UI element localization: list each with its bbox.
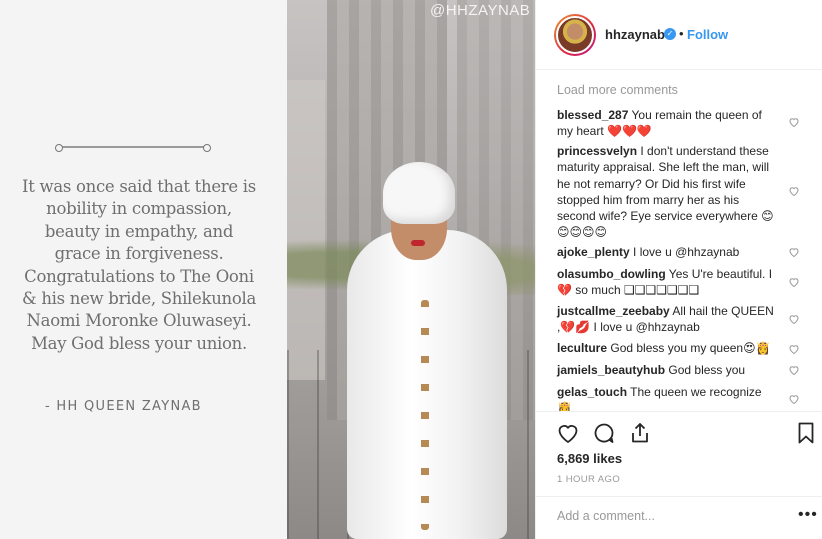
comment-item: princessvelyn I don't understand these m…: [557, 143, 779, 241]
quote-divider: [55, 144, 211, 152]
like-comment-heart-icon[interactable]: [788, 116, 800, 128]
white-turban: [383, 162, 455, 224]
add-comment-input[interactable]: [557, 509, 777, 523]
comment-username[interactable]: leculture: [557, 341, 607, 355]
comment-username[interactable]: jamiels_beautyhub: [557, 363, 665, 377]
like-comment-heart-icon[interactable]: [788, 343, 800, 355]
like-comment-heart-icon[interactable]: [788, 185, 800, 197]
post-header: hhzaynab ✓ • Follow: [536, 0, 822, 70]
comment-item: blessed_287 You remain the queen of my h…: [557, 107, 779, 140]
post-timestamp[interactable]: 1 HOUR AGO: [557, 474, 620, 485]
comment-text: God bless you my queen😍👸: [610, 341, 771, 355]
dress-buttons: [421, 300, 429, 530]
comments-list[interactable]: Load more comments blessed_287 You remai…: [536, 71, 822, 411]
woman-lips: [411, 240, 425, 246]
more-options-icon[interactable]: •••: [798, 506, 818, 524]
quote-author: - HH QUEEN ZAYNAB: [45, 399, 202, 414]
follow-button[interactable]: Follow: [687, 27, 728, 42]
post-photo: [287, 0, 535, 539]
image-watermark: @HHZAYNAB: [430, 2, 531, 19]
comment-item: justcallme_zeebaby All hail the QUEEN ,💔…: [557, 303, 779, 336]
share-icon[interactable]: [628, 421, 652, 445]
like-comment-heart-icon[interactable]: [788, 276, 800, 288]
comment-item: ajoke_plenty I love u @hhzaynab: [557, 244, 779, 260]
like-comment-heart-icon[interactable]: [788, 364, 800, 376]
bookmark-icon[interactable]: [794, 421, 818, 445]
comment-bubble-icon[interactable]: [592, 421, 616, 445]
comment-item: gelas_touch The queen we recognize 👸: [557, 384, 779, 411]
comment-username[interactable]: justcallme_zeebaby: [557, 304, 670, 318]
like-comment-heart-icon[interactable]: [788, 393, 800, 405]
like-comment-heart-icon[interactable]: [788, 313, 800, 325]
comment-item: olasumbo_dowling Yes U're beautiful. I 💔…: [557, 266, 779, 299]
comment-item: jamiels_beautyhub God bless you: [557, 362, 779, 378]
comment-username[interactable]: blessed_287: [557, 108, 628, 122]
likes-count[interactable]: 6,869 likes: [557, 451, 622, 466]
add-comment-bar: •••: [536, 496, 822, 539]
comment-username[interactable]: ajoke_plenty: [557, 245, 630, 259]
comment-text: I love u @hhzaynab: [633, 245, 740, 259]
like-comment-heart-icon[interactable]: [788, 246, 800, 258]
username-link[interactable]: hhzaynab: [605, 27, 665, 42]
load-more-comments-button[interactable]: Load more comments: [557, 83, 678, 97]
separator-dot: •: [679, 26, 684, 41]
post-media[interactable]: It was once said that there is nobility …: [0, 0, 535, 539]
quote-text: It was once said that there is nobility …: [22, 177, 257, 353]
verified-badge-icon: ✓: [664, 28, 676, 40]
comment-item: leculture God bless you my queen😍👸: [557, 340, 779, 356]
comment-username[interactable]: gelas_touch: [557, 385, 627, 399]
post-actions: 6,869 likes 1 HOUR AGO: [536, 411, 822, 496]
comment-text: God bless you: [668, 363, 746, 377]
comment-username[interactable]: olasumbo_dowling: [557, 267, 666, 281]
comment-text: I don't understand these maturity apprai…: [557, 144, 774, 240]
quote-panel: It was once said that there is nobility …: [0, 0, 287, 539]
post-side-panel: hhzaynab ✓ • Follow Load more comments b…: [535, 0, 822, 539]
avatar-image: [556, 16, 594, 54]
like-heart-icon[interactable]: [556, 421, 580, 445]
comment-username[interactable]: princessvelyn: [557, 144, 637, 158]
avatar[interactable]: [554, 14, 596, 56]
background-building: [287, 80, 325, 380]
